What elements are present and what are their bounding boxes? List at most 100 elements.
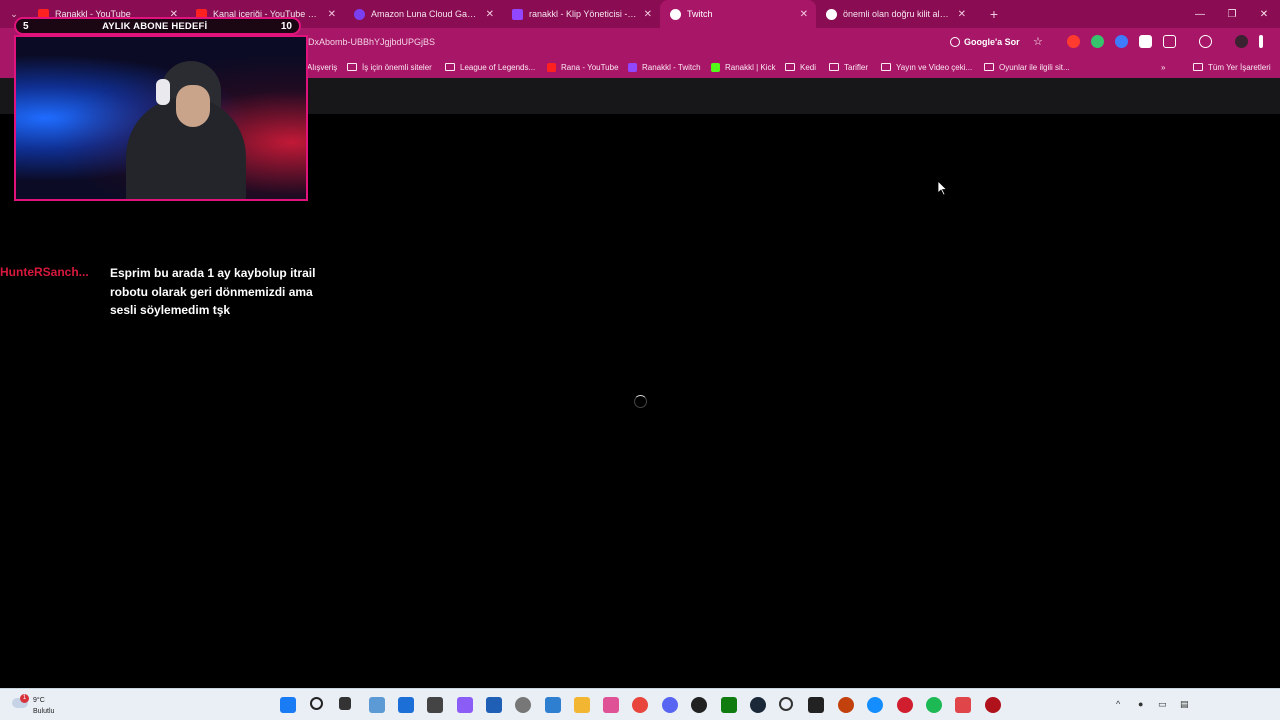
close-icon[interactable]: ✕	[644, 9, 652, 20]
bookmark-item[interactable]: Kedi	[785, 60, 816, 74]
edge-icon[interactable]	[398, 697, 414, 713]
google-icon	[826, 8, 837, 20]
folder-icon	[785, 63, 795, 71]
spotify-icon[interactable]	[926, 697, 942, 713]
extension-icon[interactable]	[1067, 35, 1080, 48]
game-icon[interactable]	[838, 697, 854, 713]
bookmark-label: Tüm Yer İşaretleri	[1208, 62, 1271, 72]
history-icon[interactable]	[1199, 35, 1212, 48]
bookmark-item[interactable]: Oyunlar ile ilgili sit...	[984, 60, 1070, 74]
weather-condition: Bulutlu	[33, 708, 55, 715]
bookmark-item[interactable]: League of Legends...	[445, 60, 535, 74]
folder-icon	[829, 63, 839, 71]
media-icon[interactable]	[603, 697, 619, 713]
tab-3[interactable]: ranakkl - Klip Yöneticisi - Twitch ✕	[502, 0, 660, 28]
loading-spinner-icon	[634, 395, 647, 408]
bookmark-label: Kedi	[800, 62, 817, 72]
bookmark-item[interactable]: Tüm Yer İşaretleri	[1193, 60, 1271, 74]
close-icon[interactable]: ✕	[958, 9, 966, 20]
search-icon[interactable]	[310, 697, 323, 710]
address-bar[interactable]: DxAbomb-UBBhYJgjbdUPGjBS	[300, 31, 1050, 53]
screen: ⌄ Ranakkl - YouTube ✕ Kanal içeriği - Yo…	[0, 0, 1280, 720]
tab-title: Amazon Luna Cloud Gaming	[371, 9, 480, 19]
mouse-cursor-icon	[938, 181, 948, 196]
twitch-icon	[512, 8, 523, 20]
close-icon[interactable]: ✕	[800, 9, 808, 20]
luna-icon	[354, 8, 365, 20]
bookmark-item[interactable]: Tarifler	[829, 60, 868, 74]
tab-5[interactable]: önemli olan doğru kilit alma - G ✕	[816, 0, 974, 28]
store-icon[interactable]	[486, 697, 502, 713]
game-controller-icon[interactable]	[955, 697, 971, 713]
bookmark-item[interactable]: Alışveriş	[307, 60, 337, 74]
steam-icon[interactable]	[750, 697, 766, 713]
lens-icon	[950, 37, 960, 47]
windows-start-icon[interactable]	[280, 697, 296, 713]
folder-icon	[984, 63, 994, 71]
task-view-icon[interactable]	[339, 697, 351, 710]
bookmark-star-icon[interactable]: ☆	[1033, 35, 1043, 48]
twitch-icon	[628, 62, 637, 72]
photos-icon[interactable]	[545, 697, 561, 713]
extension-icon[interactable]	[1091, 35, 1104, 48]
close-window-icon[interactable]: ✕	[1248, 0, 1280, 28]
minimize-icon[interactable]: —	[1184, 0, 1216, 28]
bookmarks-overflow-button[interactable]: »	[1161, 60, 1165, 74]
widgets-icon[interactable]	[369, 697, 385, 713]
twitch-icon	[670, 8, 681, 20]
extension-icon[interactable]	[1139, 35, 1152, 48]
chat-username: HunteRSanch...	[0, 265, 89, 279]
battle-net-icon[interactable]	[867, 697, 883, 713]
bookmark-label: Alışveriş	[307, 62, 338, 72]
close-icon[interactable]: ✕	[328, 9, 336, 20]
profile-avatar[interactable]	[1235, 35, 1248, 48]
red-circle-icon[interactable]	[985, 697, 1001, 713]
extension-icon[interactable]	[1115, 35, 1128, 48]
settings-icon[interactable]	[515, 697, 531, 713]
bookmark-item[interactable]: Ranakkl - Twitch	[628, 60, 701, 74]
folder-icon[interactable]	[574, 697, 590, 713]
bookmark-label: League of Legends...	[460, 62, 536, 72]
kick-icon	[711, 62, 720, 72]
xbox-icon[interactable]	[721, 697, 737, 713]
app-icon[interactable]	[427, 697, 443, 713]
bookmark-item[interactable]: Rana - YouTube	[547, 60, 619, 74]
chevron-right-icon: »	[1161, 62, 1166, 72]
lens-label: Google'a Sor	[964, 37, 1020, 47]
new-tab-button[interactable]: +	[982, 2, 1006, 26]
goal-target: 10	[280, 20, 292, 32]
bookmark-label: Ranakkl - Twitch	[642, 62, 701, 72]
bookmark-label: Yayın ve Video çeki...	[896, 62, 973, 72]
bookmark-label: İş için önemli siteler	[362, 62, 432, 72]
chat-message-text: Esprim bu arada 1 ay kaybolup itrail rob…	[110, 266, 316, 317]
weather-widget[interactable]: 1 9°C Bulutlu	[10, 692, 70, 718]
epic-games-icon[interactable]	[808, 697, 824, 713]
app-circle-icon[interactable]	[779, 697, 793, 711]
subscriber-goal-bar: 5 AYLIK ABONE HEDEFİ 10	[14, 17, 301, 35]
bookmark-item[interactable]: Ranakkl | Kick	[711, 60, 776, 74]
bookmark-label: Tarifler	[844, 62, 869, 72]
bookmark-item[interactable]: Yayın ve Video çeki...	[881, 60, 972, 74]
app-red-icon[interactable]	[897, 697, 913, 713]
bookmark-label: Oyunlar ile ilgili sit...	[999, 62, 1070, 72]
streamer-face	[176, 85, 210, 127]
extensions-puzzle-icon[interactable]	[1163, 35, 1176, 48]
close-icon[interactable]: ✕	[486, 9, 494, 20]
chevron-up-icon[interactable]: ^	[1116, 699, 1120, 709]
chrome-icon[interactable]	[632, 697, 648, 713]
menu-kebab-icon[interactable]	[1259, 35, 1263, 48]
headset-icon	[156, 79, 170, 105]
webcam-feed	[14, 35, 308, 201]
youtube-icon	[547, 62, 556, 72]
microphone-icon[interactable]: ●	[1138, 699, 1143, 709]
google-lens-button[interactable]: Google'a Sor	[950, 34, 1020, 50]
tab-2[interactable]: Amazon Luna Cloud Gaming ✕	[344, 0, 502, 28]
bookmark-item[interactable]: İş için önemli siteler	[347, 60, 432, 74]
copilot-icon[interactable]	[457, 697, 473, 713]
keyboard-icon[interactable]: ▭	[1158, 699, 1167, 710]
obs-icon[interactable]	[691, 697, 707, 713]
tab-4-active[interactable]: Twitch ✕	[660, 0, 816, 28]
restore-icon[interactable]: ❐	[1216, 0, 1248, 28]
network-icon[interactable]: ▤	[1180, 699, 1189, 710]
discord-icon[interactable]	[662, 697, 678, 713]
